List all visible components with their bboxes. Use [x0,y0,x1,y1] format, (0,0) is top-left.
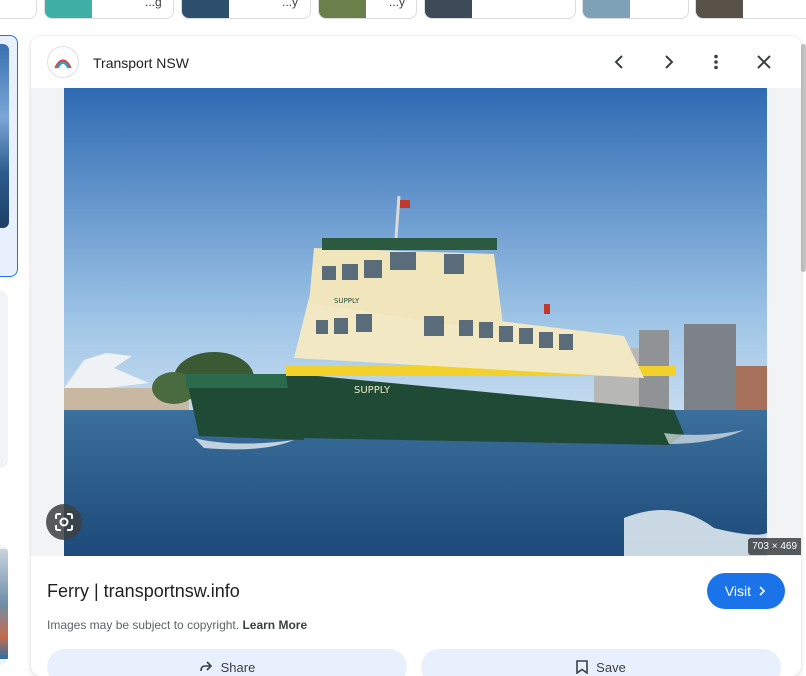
related-chip[interactable] [0,0,37,19]
related-thumb [583,0,630,18]
next-button[interactable] [654,48,682,76]
related-chip[interactable] [582,0,689,19]
panel-header: Transport NSW [31,36,801,88]
share-icon [199,661,212,672]
more-vert-icon [714,54,718,70]
related-chip[interactable]: ...y [181,0,311,19]
left-thumb [0,549,8,659]
related-chip-label: ...y [282,0,299,9]
chevron-left-icon [614,55,623,69]
related-thumb [182,0,229,18]
chevron-right-icon [759,586,766,596]
copyright-text: Images may be subject to copyright. [47,618,240,632]
related-chip[interactable] [695,0,806,19]
visit-button[interactable]: Visit [706,573,785,609]
prev-button[interactable] [606,48,634,76]
ferry-photo-art: SUPPLY SUPPLY [64,88,767,556]
save-label: Save [596,659,626,675]
ferry-hull-name: SUPPLY [354,385,391,396]
close-icon [757,55,771,69]
image-preview-panel: Transport NSW SUPPLY SUPPLY 703 × 469 Fe… [31,36,801,676]
related-images-strip: ...g ...y ...y [0,0,806,20]
share-button[interactable]: Share [47,649,407,676]
chevron-right-icon [665,55,674,69]
ferry-bow-name: SUPPLY [334,297,360,305]
related-thumb [696,0,743,18]
page-title[interactable]: Ferry | transportnsw.info [47,581,240,602]
source-name[interactable]: Transport NSW [93,55,189,71]
related-chip[interactable]: ...g [44,0,174,19]
related-chip[interactable]: ...y [318,0,417,19]
related-chip-label: ...y [389,0,406,9]
more-options-button[interactable] [702,48,730,76]
left-result-card[interactable] [0,545,8,665]
lens-search-button[interactable] [46,504,82,540]
image-dimensions: 703 × 469 [748,538,801,555]
related-thumb [319,0,366,18]
related-thumb [45,0,92,18]
ferry-photo[interactable]: SUPPLY SUPPLY [64,88,767,556]
image-area: SUPPLY SUPPLY 703 × 469 [31,88,801,556]
bookmark-icon [576,660,588,674]
related-chip-label: ...g [145,0,162,9]
left-result-card-selected[interactable] [0,35,18,277]
visit-label: Visit [724,583,751,599]
transport-nsw-logo-icon [54,59,72,69]
save-button[interactable]: Save [421,649,781,676]
source-logo [47,46,79,78]
title-row: Ferry | transportnsw.info Visit [47,573,785,613]
related-thumb [425,0,472,18]
copyright-notice: Images may be subject to copyright. Lear… [47,618,307,632]
related-chip[interactable] [424,0,576,19]
scrollbar[interactable] [801,44,806,272]
left-thumb [0,44,9,228]
learn-more-link[interactable]: Learn More [242,618,307,632]
close-button[interactable] [750,48,778,76]
lens-icon [55,513,73,531]
share-label: Share [220,659,256,675]
left-result-card[interactable] [0,290,8,468]
